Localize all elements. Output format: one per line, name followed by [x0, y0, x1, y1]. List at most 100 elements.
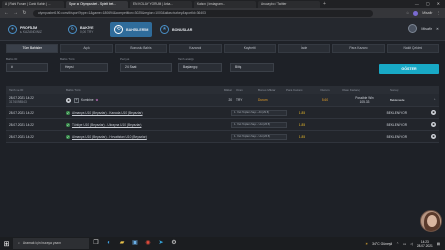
task-view-icon[interactable]: ❐: [90, 239, 102, 248]
star-icon[interactable]: ☆: [406, 11, 409, 15]
date-from-field[interactable]: Başlangıç: [178, 63, 222, 72]
chevron-up-icon[interactable]: ⌃: [396, 242, 399, 246]
profile-avatar[interactable]: [413, 10, 419, 16]
taskbar-search-placeholder: Aramak için buraya yazın: [22, 241, 61, 245]
bet-status-odds: 5.60: [321, 98, 329, 102]
store-icon[interactable]: ▣: [129, 239, 141, 248]
telegram-icon[interactable]: ➤: [155, 239, 167, 248]
notification-icon[interactable]: ▤: [437, 242, 440, 246]
bet-odds-label: Durum: [258, 98, 268, 102]
tab-bonus-bets[interactable]: Bonuslu Bahis: [114, 44, 168, 53]
reload-icon[interactable]: ↻: [22, 10, 27, 16]
new-tab-icon[interactable]: +: [323, 1, 326, 8]
date-range-label: Tarih aralığı: [178, 57, 194, 61]
windows-start-icon[interactable]: ⊞: [0, 240, 13, 248]
market-label: 1. Yarı Toplam Sayı - Üst (26.5): [231, 121, 287, 128]
bet-id-label: Bahis ID: [6, 57, 18, 61]
check-icon: ✓: [66, 110, 70, 115]
user-menu[interactable]: Misafir ✕: [408, 24, 439, 33]
match-link[interactable]: Türkiye U10 (Beyazlar) - Ukrayna U10 (Be…: [72, 123, 141, 127]
browser-tab-active[interactable]: Spor ⊗ Olympusbet - Spielt bet...: [66, 1, 128, 8]
possible-win-value: 105.33: [359, 100, 370, 104]
selection-date: 28.07.2021 14:22: [9, 134, 34, 139]
eye-icon[interactable]: ◉: [431, 122, 436, 127]
browser-tab-bar: A | Rahi Forum | Canlı Kahin | ... Spor …: [0, 0, 445, 8]
selection-result: BEKLENİYOR: [386, 122, 407, 127]
table-row[interactable]: 28.07.2021 14:22 3176098543 ◉ + Kombine …: [6, 94, 439, 107]
bets-table: Tarih ve ID Bahis Türü Miktar Oran Bonus…: [6, 86, 439, 143]
bet-id-field[interactable]: #: [6, 63, 48, 72]
table-row: 28.07.2021 14:22 ✓ Almanya U10 (Beyazlar…: [6, 107, 439, 119]
tab-refund[interactable]: İade: [277, 44, 331, 53]
site-header: ● PROFİLİM ₺ KAZANDINIZ ₺ BAKİYE 0,00 TR…: [0, 18, 445, 41]
tab-withdrawal[interactable]: Nakit Çekimi: [386, 44, 439, 53]
clock[interactable]: 14:23 28.07.2021: [417, 240, 433, 248]
nav-my-bets-title: BAHİSLERİM: [126, 27, 149, 32]
volume-icon[interactable]: ◁: [410, 242, 413, 246]
match-link[interactable]: Almanya U10 (Beyazlar) - Kanada U10 (Bey…: [72, 111, 143, 115]
date-to-field[interactable]: Bitiş: [230, 63, 274, 72]
file-explorer-icon[interactable]: ▰: [116, 239, 128, 248]
wallet-icon: ₺: [68, 25, 77, 34]
browser-tab[interactable]: A | Rahi Forum | Canlı Kahin | ...: [2, 1, 64, 8]
bet-type-label: Bahis Türü: [60, 57, 75, 61]
close-icon[interactable]: ✕: [436, 27, 439, 31]
nav-balance[interactable]: ₺ BAKİYE 0,00 TRY: [68, 22, 94, 37]
back-icon[interactable]: ←: [4, 10, 9, 16]
nav-bonuses[interactable]: ★ BONUSLAR: [160, 22, 192, 37]
minimize-icon[interactable]: —: [415, 0, 419, 8]
maximize-icon[interactable]: ▢: [426, 0, 430, 8]
col-header: Para Kazanı: [286, 88, 303, 92]
chevron-up-icon[interactable]: ⌃: [433, 98, 436, 102]
tab-cashout[interactable]: Para Kazanı: [332, 44, 385, 53]
nav-balance-sub: 0,00 TRY: [80, 29, 94, 34]
table-row: 28.07.2021 14:22 ✓ Almanya U10 (Beyazlar…: [6, 131, 439, 143]
tab-lost[interactable]: Kaybetti: [223, 44, 276, 53]
profile-icon: ●: [8, 25, 17, 34]
col-header: Bahis Türü: [66, 88, 81, 92]
show-button[interactable]: GÖSTER: [379, 64, 439, 74]
browser-tab[interactable]: EN KOLAY YORUM | Arka...: [130, 1, 192, 8]
col-header: Oran: [236, 88, 243, 92]
eye-icon[interactable]: ◉: [431, 134, 436, 139]
col-header: Durum: [320, 88, 330, 92]
bet-type-select[interactable]: Hepsi: [60, 63, 108, 72]
edge-icon[interactable]: ◐: [103, 239, 115, 248]
taskbar-search[interactable]: ⌕ Aramak için buraya yazın: [13, 238, 89, 249]
selection-date: 28.07.2021 14:22: [9, 110, 34, 115]
profile-label[interactable]: Misafir: [422, 11, 432, 15]
avatar: [408, 24, 418, 33]
selection-date: 28.07.2021 14:22: [9, 122, 34, 127]
period-select[interactable]: 24 Saat: [120, 63, 172, 72]
tab-open[interactable]: Açık: [60, 44, 113, 53]
bonus-icon: ★: [160, 25, 169, 34]
forward-icon[interactable]: →: [13, 10, 18, 16]
nav-my-bets[interactable]: ⟲ BAHİSLERİM: [110, 22, 153, 37]
nav-profile[interactable]: ● PROFİLİM ₺ KAZANDINIZ: [8, 22, 42, 37]
menu-icon[interactable]: ⋮: [437, 11, 441, 15]
expand-icon[interactable]: +: [74, 97, 79, 103]
col-header: Olası Kazanç: [342, 88, 360, 92]
combo-icon: ✿: [95, 98, 99, 102]
network-icon[interactable]: ▭: [403, 242, 406, 246]
url-input[interactable]: olympusbet190.com/#/sport?type=1&game=18…: [33, 9, 373, 17]
check-icon: ✓: [66, 134, 70, 139]
match-link[interactable]: Almanya U10 (Beyazlar) - Hırvatistan U10…: [72, 135, 147, 139]
eye-icon[interactable]: ◉: [66, 97, 71, 103]
settings-icon[interactable]: ⚙: [168, 239, 180, 248]
period-label: Periyot: [120, 57, 130, 61]
close-icon[interactable]: ✕: [437, 0, 440, 8]
browser-tab[interactable]: Arucaybo / Twitter: [258, 1, 320, 8]
browser-tab[interactable]: Kalsın | Instagram...: [194, 1, 256, 8]
market-label: 1. Yarı Toplam Sayı - Alt (29.5): [231, 109, 287, 116]
weather-text[interactable]: 34°C Güneşli: [372, 242, 392, 246]
tab-all-bets[interactable]: Tüm Bahisler: [6, 44, 59, 53]
bet-filter-tabs: Tüm Bahisler Açık Bonuslu Bahis Kazandı …: [6, 44, 439, 53]
bet-currency: TRY: [236, 98, 243, 102]
bet-amount: 20: [228, 98, 232, 102]
tab-won[interactable]: Kazandı: [169, 44, 222, 53]
eye-icon[interactable]: ◉: [431, 110, 436, 115]
table-header: Tarih ve ID Bahis Türü Miktar Oran Bonus…: [6, 86, 439, 94]
bet-type: Kombine: [81, 98, 94, 102]
chrome-icon[interactable]: ◉: [142, 239, 154, 248]
